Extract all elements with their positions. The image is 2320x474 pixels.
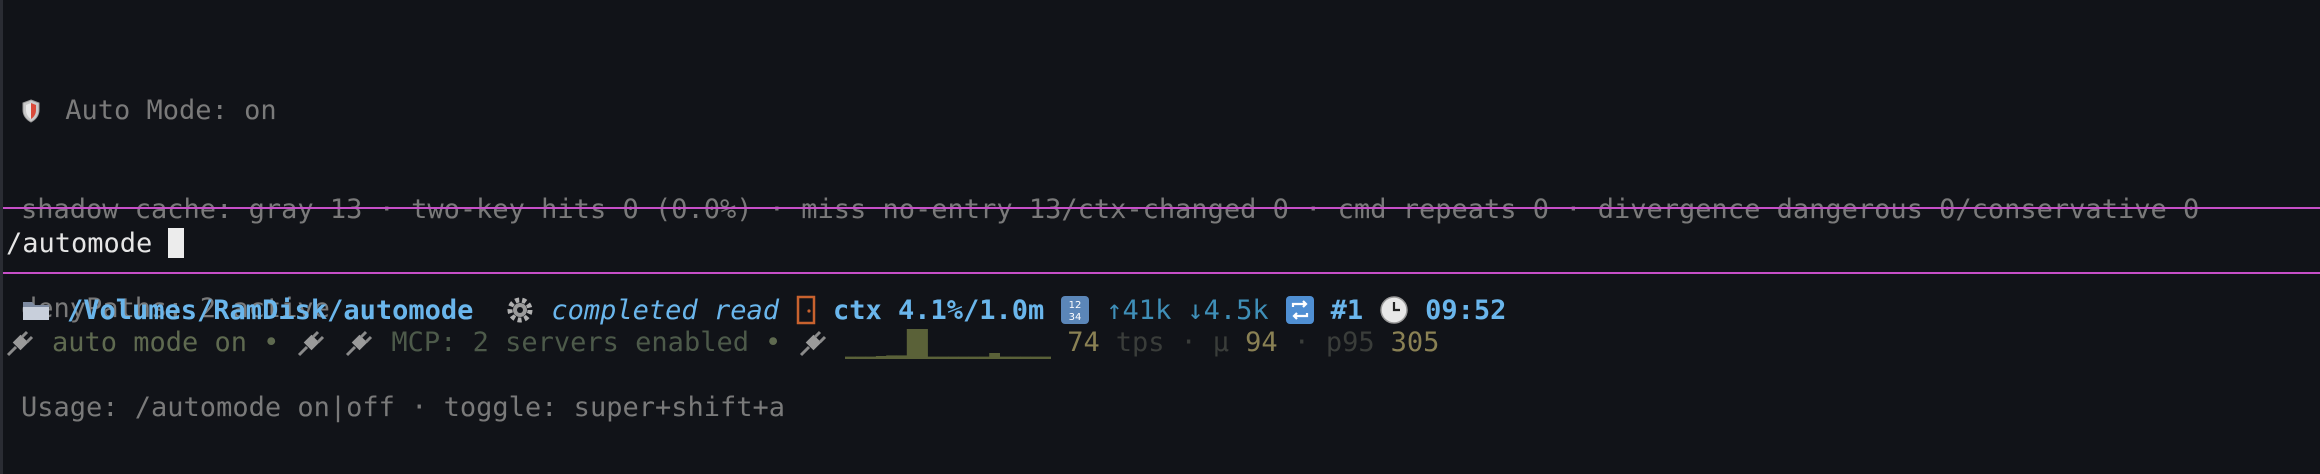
auto-mode-line: Auto Mode: on [21,94,2199,127]
sparkline-bar [937,356,949,359]
svg-text:12: 12 [1069,300,1082,311]
plug-icon [797,328,829,358]
status-line: /Volumes/RamDisk/automode completed read… [21,293,1506,327]
sparkline-bar [886,354,898,359]
turn-counter: #1 [1330,294,1364,326]
sparkline-bar [948,356,960,359]
sparkline-bar [896,354,908,359]
sparkline-bar [958,356,970,359]
sparkline-bar [855,356,867,359]
shadow-cache-line: shadow cache: gray 13 · two-key hits 0 (… [21,194,2200,225]
tokens-down: ↓4.5k [1187,294,1269,326]
repeat-icon [1285,295,1315,325]
sparkline-bar [968,356,980,359]
gear-icon [505,295,535,325]
sparkline-bar [979,356,990,359]
activity-status: completed read [551,294,779,326]
text-cursor [168,228,185,258]
door-icon [795,295,817,325]
mcp-servers-status: MCP: 2 servers enabled [391,327,749,358]
shield-icon [21,94,49,127]
tps-label: tps [1115,327,1165,358]
separator-bullet: • [263,327,280,358]
sparkline-bar [1040,356,1052,359]
auto-mode-indicator: auto mode on [52,327,248,358]
usage-line: Usage: /automode on|off · toggle: super+… [21,392,786,423]
footer-status: auto mode on • MCP: 2 servers enabled • … [4,326,1439,359]
plug-icon [4,328,36,358]
numbers-icon: 12 34 [1060,295,1090,325]
sparkline-bar [1030,356,1042,359]
sparkline-bar [845,356,857,359]
sparkline-bar [907,328,918,359]
svg-text:34: 34 [1069,312,1082,323]
left-window-edge [0,0,3,474]
separator-bullet: • [764,327,782,358]
mu-value: 94 [1245,327,1278,358]
input-top-rule [3,207,2320,209]
clock-icon [1379,295,1409,325]
input-bottom-rule [3,272,2320,274]
auto-mode-status-text: Auto Mode: on [65,95,277,126]
tps-value: 74 [1067,327,1100,358]
plug-icon [343,328,375,358]
sparkline-bar [1020,356,1032,359]
tps-sparkline [845,328,1052,359]
sparkline-bar [927,356,939,359]
sparkline-bar [876,355,887,359]
command-input[interactable]: /automode [6,226,185,260]
plug-icon [295,328,327,358]
sparkline-bar [865,356,877,359]
sparkline-bar [1010,356,1021,359]
mu-label: μ [1212,327,1230,358]
working-directory-path: /Volumes/RamDisk/automode [67,294,474,326]
sparkline-bar [999,356,1011,359]
sparkline-bar [989,352,1001,359]
automode-info-panel: Auto Mode: on shadow cache: gray 13 · tw… [21,28,2199,457]
command-input-text[interactable]: /automode [6,228,152,259]
context-usage: ctx 4.1%/1.0m [832,294,1045,326]
sparkline-bar [917,328,929,359]
p95-label: p95 [1325,327,1375,358]
clock-time: 09:52 [1425,294,1507,326]
separator-dot: · [1180,327,1197,358]
tokens-up: ↑41k [1106,294,1172,326]
p95-value: 305 [1390,327,1440,358]
folder-icon [21,297,51,323]
separator-dot: · [1293,327,1310,358]
